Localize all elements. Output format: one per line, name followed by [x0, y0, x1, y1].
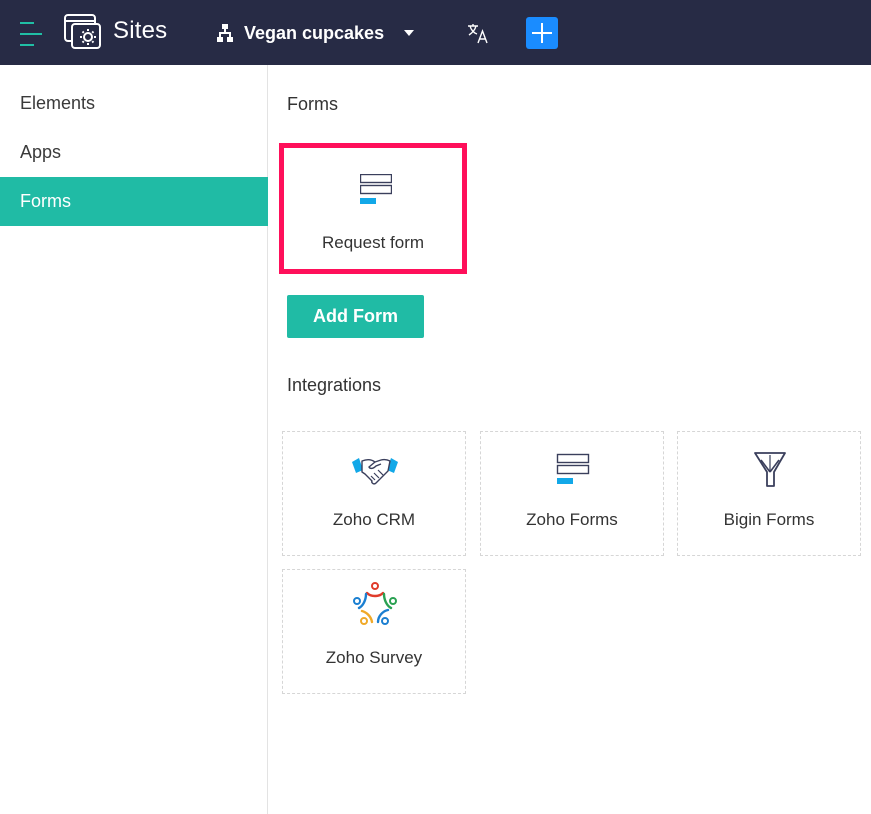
site-selector-dropdown[interactable]: Vegan cupcakes — [216, 18, 415, 48]
form-icon — [360, 174, 392, 204]
add-form-button[interactable]: Add Form — [287, 295, 424, 338]
request-form-label: Request form — [321, 233, 425, 252]
integration-card-zoho-survey[interactable]: Zoho Survey — [282, 569, 466, 694]
form-icon — [556, 453, 590, 484]
forms-section-title: Forms — [287, 94, 338, 114]
integration-label: Zoho CRM — [332, 510, 416, 529]
main-panel: Forms Request form Add Form Integrations… — [269, 65, 871, 814]
integration-card-zoho-crm[interactable]: Zoho CRM — [282, 431, 466, 556]
sidebar-item-forms[interactable]: Forms — [0, 177, 268, 226]
request-form-card[interactable]: Request form — [279, 143, 467, 274]
sidebar-item-elements[interactable]: Elements — [0, 79, 268, 128]
handshake-icon — [352, 458, 398, 485]
bigin-logo-icon — [754, 452, 786, 487]
sitemap-tree-icon — [217, 24, 233, 42]
sidebar-item-apps[interactable]: Apps — [0, 128, 268, 177]
app-title: Sites — [113, 17, 168, 44]
integration-card-bigin-forms[interactable]: Bigin Forms — [677, 431, 861, 556]
translate-icon[interactable] — [467, 22, 489, 44]
sites-logo-icon — [64, 14, 101, 49]
integrations-section-title: Integrations — [287, 375, 382, 395]
survey-logo-icon — [353, 582, 397, 625]
integration-card-zoho-forms[interactable]: Zoho Forms — [480, 431, 664, 556]
site-name: Vegan cupcakes — [244, 22, 385, 43]
add-button[interactable] — [526, 17, 558, 49]
sidebar: Elements Apps Forms — [0, 65, 268, 814]
integration-label: Zoho Forms — [526, 510, 618, 529]
hamburger-menu-icon[interactable] — [20, 22, 42, 46]
integration-label: Zoho Survey — [325, 648, 423, 667]
integration-label: Bigin Forms — [723, 510, 815, 529]
top-bar: Sites Vegan cupcakes — [0, 0, 871, 65]
chevron-down-icon — [404, 30, 415, 36]
